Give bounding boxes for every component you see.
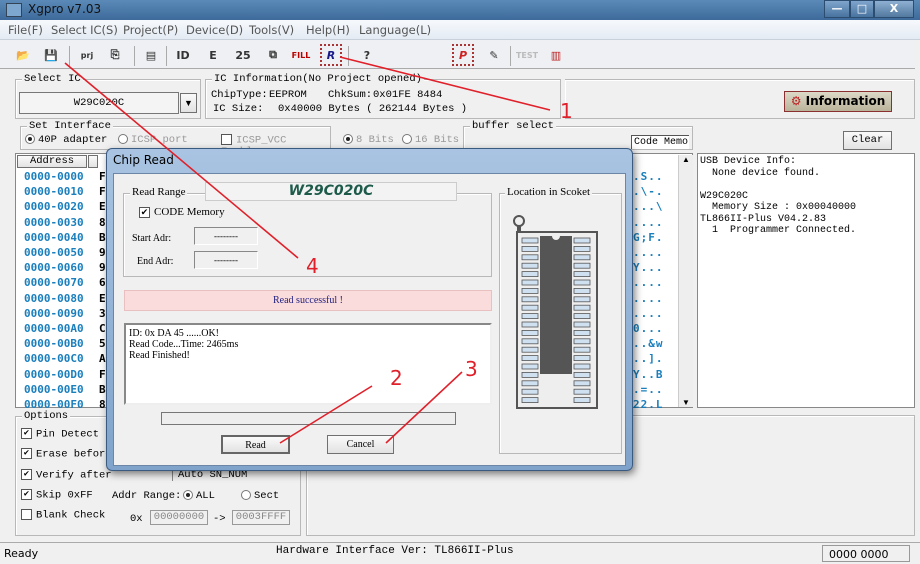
annotation-line-2	[279, 385, 373, 444]
annotation-label-2: 2	[390, 366, 403, 390]
annotation-line-4	[64, 62, 299, 259]
annotation-line-1	[339, 56, 551, 111]
annotation-label-4: 4	[306, 254, 319, 278]
annotation-layer	[64, 56, 551, 444]
annotation-label-1: 1	[560, 99, 573, 123]
annotation-label-3: 3	[465, 357, 478, 381]
